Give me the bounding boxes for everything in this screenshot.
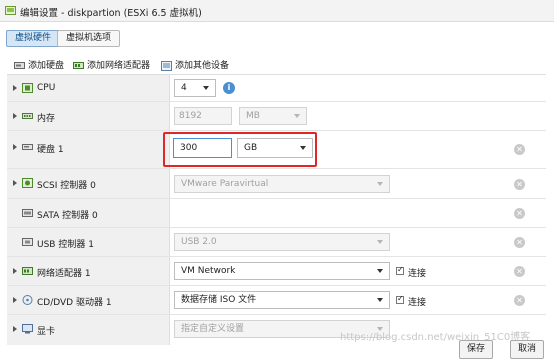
window-title: 编辑设置 - diskpartion (ESXi 6.5 虚拟机)	[20, 8, 202, 19]
device-row-usb-controller: USB 控制器 1 USB 2.0 ✕	[7, 228, 546, 257]
scsi-type-dropdown[interactable]: VMware Paravirtual	[174, 175, 390, 193]
hard-disk-icon	[14, 62, 25, 69]
vm-edit-icon	[5, 6, 16, 15]
info-icon[interactable]: i	[223, 82, 235, 94]
device-label-cell: CPU	[7, 75, 170, 101]
sata-controller-icon	[22, 209, 33, 217]
usb-controller-icon	[22, 238, 33, 246]
add-hard-disk-label: 添加硬盘	[28, 61, 65, 71]
cd-dvd-source-dropdown[interactable]: 数据存储 ISO 文件	[174, 291, 390, 309]
memory-size-input[interactable]: 8192	[174, 107, 232, 125]
title-bar: 编辑设置 - diskpartion (ESXi 6.5 虚拟机)	[0, 0, 554, 22]
device-label-cell: 网络适配器 1	[7, 257, 170, 285]
video-settings-value: 指定自定义设置	[181, 324, 245, 334]
remove-sata-controller-icon[interactable]: ✕	[514, 208, 525, 219]
video-card-label: 显卡	[37, 327, 56, 337]
cd-dvd-connect-label: 连接	[408, 298, 427, 308]
memory-label: 内存	[37, 114, 56, 124]
chevron-down-icon	[203, 86, 209, 90]
remove-network-adapter-icon[interactable]: ✕	[514, 266, 525, 277]
cpu-count-dropdown[interactable]: 4	[174, 79, 216, 97]
expand-arrow-icon[interactable]	[13, 268, 17, 274]
chevron-down-icon	[377, 182, 383, 186]
chevron-down-icon	[377, 298, 383, 302]
cd-dvd-label: CD/DVD 驱动器 1	[37, 298, 112, 308]
device-row-cd-dvd-drive: CD/DVD 驱动器 1 数据存储 ISO 文件 连接 ✕	[7, 286, 546, 315]
cancel-button[interactable]: 取消	[510, 340, 544, 359]
scsi-controller-label: SCSI 控制器 0	[37, 181, 96, 191]
chevron-down-icon	[377, 240, 383, 244]
scsi-type-value: VMware Paravirtual	[181, 179, 269, 189]
network-adapter-label: 网络适配器 1	[37, 269, 91, 279]
video-card-icon	[22, 324, 33, 334]
remove-cd-dvd-icon[interactable]: ✕	[514, 295, 525, 306]
device-row-cpu: CPU 4 i	[7, 75, 546, 102]
network-adapter-icon	[22, 267, 33, 275]
watermark: https://blog.csdn.net/weixin_51C0博客	[340, 332, 531, 343]
cd-dvd-source-value: 数据存储 ISO 文件	[181, 295, 257, 305]
cpu-count-value: 4	[181, 83, 187, 93]
usb-type-dropdown[interactable]: USB 2.0	[174, 233, 390, 251]
network-value: VM Network	[181, 266, 236, 276]
device-list: CPU 4 i 内存 8192 MB 硬盘 1 300 GB ✕ SCSI 控制…	[7, 74, 546, 359]
sata-controller-label: SATA 控制器 0	[37, 211, 98, 221]
add-network-adapter-button[interactable]: 添加网络适配器	[73, 58, 151, 71]
cd-dvd-icon	[22, 295, 33, 305]
network-connect-label: 连接	[408, 269, 427, 279]
device-row-network-adapter: 网络适配器 1 VM Network 连接 ✕	[7, 257, 546, 286]
device-row-memory: 内存 8192 MB	[7, 102, 546, 131]
expand-arrow-icon[interactable]	[13, 180, 17, 186]
device-label-cell: CD/DVD 驱动器 1	[7, 286, 170, 314]
cd-dvd-connect-checkbox[interactable]	[396, 294, 404, 304]
save-button[interactable]: 保存	[459, 340, 493, 359]
memory-icon	[22, 113, 33, 119]
remove-hard-disk-icon[interactable]: ✕	[514, 144, 525, 155]
chevron-down-icon	[294, 114, 300, 118]
network-connect-checkbox[interactable]	[396, 265, 404, 275]
expand-arrow-icon[interactable]	[13, 144, 17, 150]
network-dropdown[interactable]: VM Network	[174, 262, 390, 280]
memory-unit-dropdown[interactable]: MB	[239, 107, 307, 125]
memory-size-value: 8192	[179, 111, 202, 121]
usb-controller-label: USB 控制器 1	[37, 240, 94, 250]
tab-vm-options[interactable]: 虚拟机选项	[57, 30, 121, 47]
hard-disk-icon	[22, 144, 33, 150]
chevron-down-icon	[377, 269, 383, 273]
device-label-cell: 内存	[7, 102, 170, 130]
remove-usb-controller-icon[interactable]: ✕	[514, 237, 525, 248]
expand-arrow-icon[interactable]	[13, 113, 17, 119]
device-label-cell: SCSI 控制器 0	[7, 169, 170, 198]
expand-arrow-icon[interactable]	[13, 297, 17, 303]
device-row-sata-controller: SATA 控制器 0 ✕	[7, 199, 546, 228]
cpu-icon	[22, 83, 33, 93]
device-row-scsi-controller: SCSI 控制器 0 VMware Paravirtual ✕	[7, 169, 546, 199]
hard-disk-label: 硬盘 1	[37, 145, 64, 155]
expand-arrow-icon[interactable]	[13, 326, 17, 332]
network-adapter-icon	[73, 62, 84, 69]
device-label-cell: 显卡	[7, 315, 170, 345]
device-label-cell: 硬盘 1	[7, 131, 170, 168]
add-other-device-button[interactable]: 添加其他设备	[161, 58, 230, 71]
add-hard-disk-button[interactable]: 添加硬盘	[14, 58, 65, 71]
disk-size-highlight	[163, 132, 317, 167]
cpu-label: CPU	[37, 83, 56, 93]
memory-unit-value: MB	[246, 111, 260, 121]
other-device-icon	[161, 60, 172, 71]
expand-arrow-icon[interactable]	[13, 85, 17, 91]
device-label-cell: SATA 控制器 0	[7, 199, 170, 227]
add-network-adapter-label: 添加网络适配器	[87, 61, 151, 71]
device-label-cell: USB 控制器 1	[7, 228, 170, 256]
add-other-device-label: 添加其他设备	[175, 61, 230, 71]
scsi-controller-icon	[22, 178, 33, 188]
usb-type-value: USB 2.0	[181, 237, 217, 247]
remove-scsi-controller-icon[interactable]: ✕	[514, 179, 525, 190]
tab-virtual-hardware[interactable]: 虚拟硬件	[6, 30, 61, 47]
